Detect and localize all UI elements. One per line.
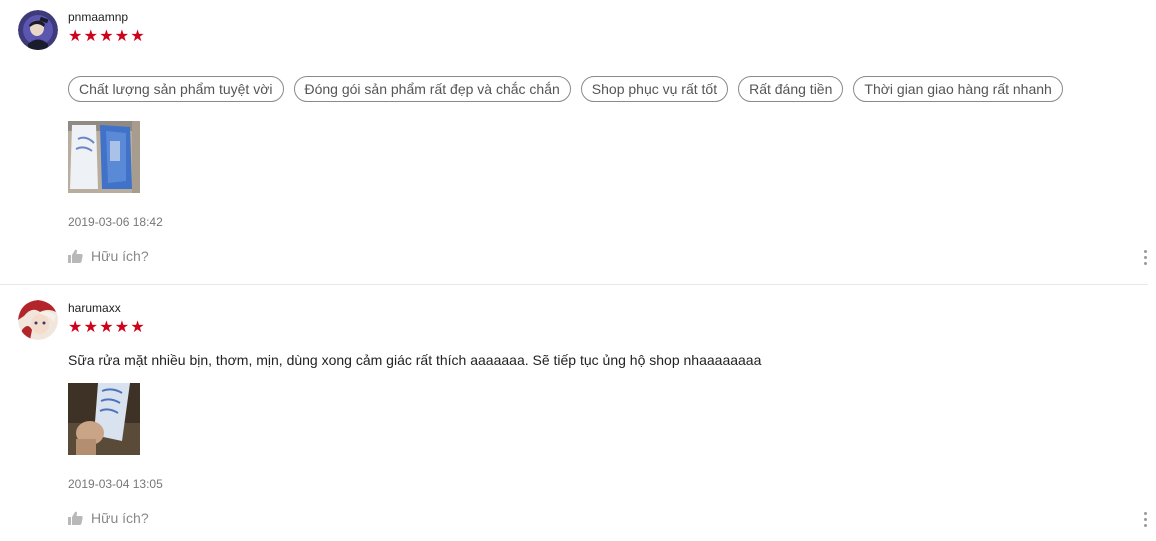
star-icon: ★ (99, 319, 114, 336)
star-rating: ★★★★★ (68, 320, 146, 336)
review-photo[interactable] (68, 383, 140, 455)
thumbs-up-icon (68, 511, 83, 525)
review-item: harumaxx ★★★★★ Sữa rửa mặt nhiều bịn, th… (0, 0, 1156, 541)
more-options-icon[interactable] (1141, 512, 1149, 530)
star-icon: ★ (68, 319, 83, 336)
helpful-label: Hữu ích? (91, 510, 149, 526)
review-username[interactable]: harumaxx (68, 301, 121, 315)
star-icon: ★ (130, 319, 145, 336)
avatar[interactable] (18, 300, 58, 340)
review-comment: Sữa rửa mặt nhiều bịn, thơm, mịn, dùng x… (68, 352, 762, 368)
helpful-button[interactable]: Hữu ích? (68, 510, 149, 526)
review-timestamp: 2019-03-04 13:05 (68, 477, 163, 491)
star-icon: ★ (83, 319, 98, 336)
star-icon: ★ (114, 319, 130, 336)
